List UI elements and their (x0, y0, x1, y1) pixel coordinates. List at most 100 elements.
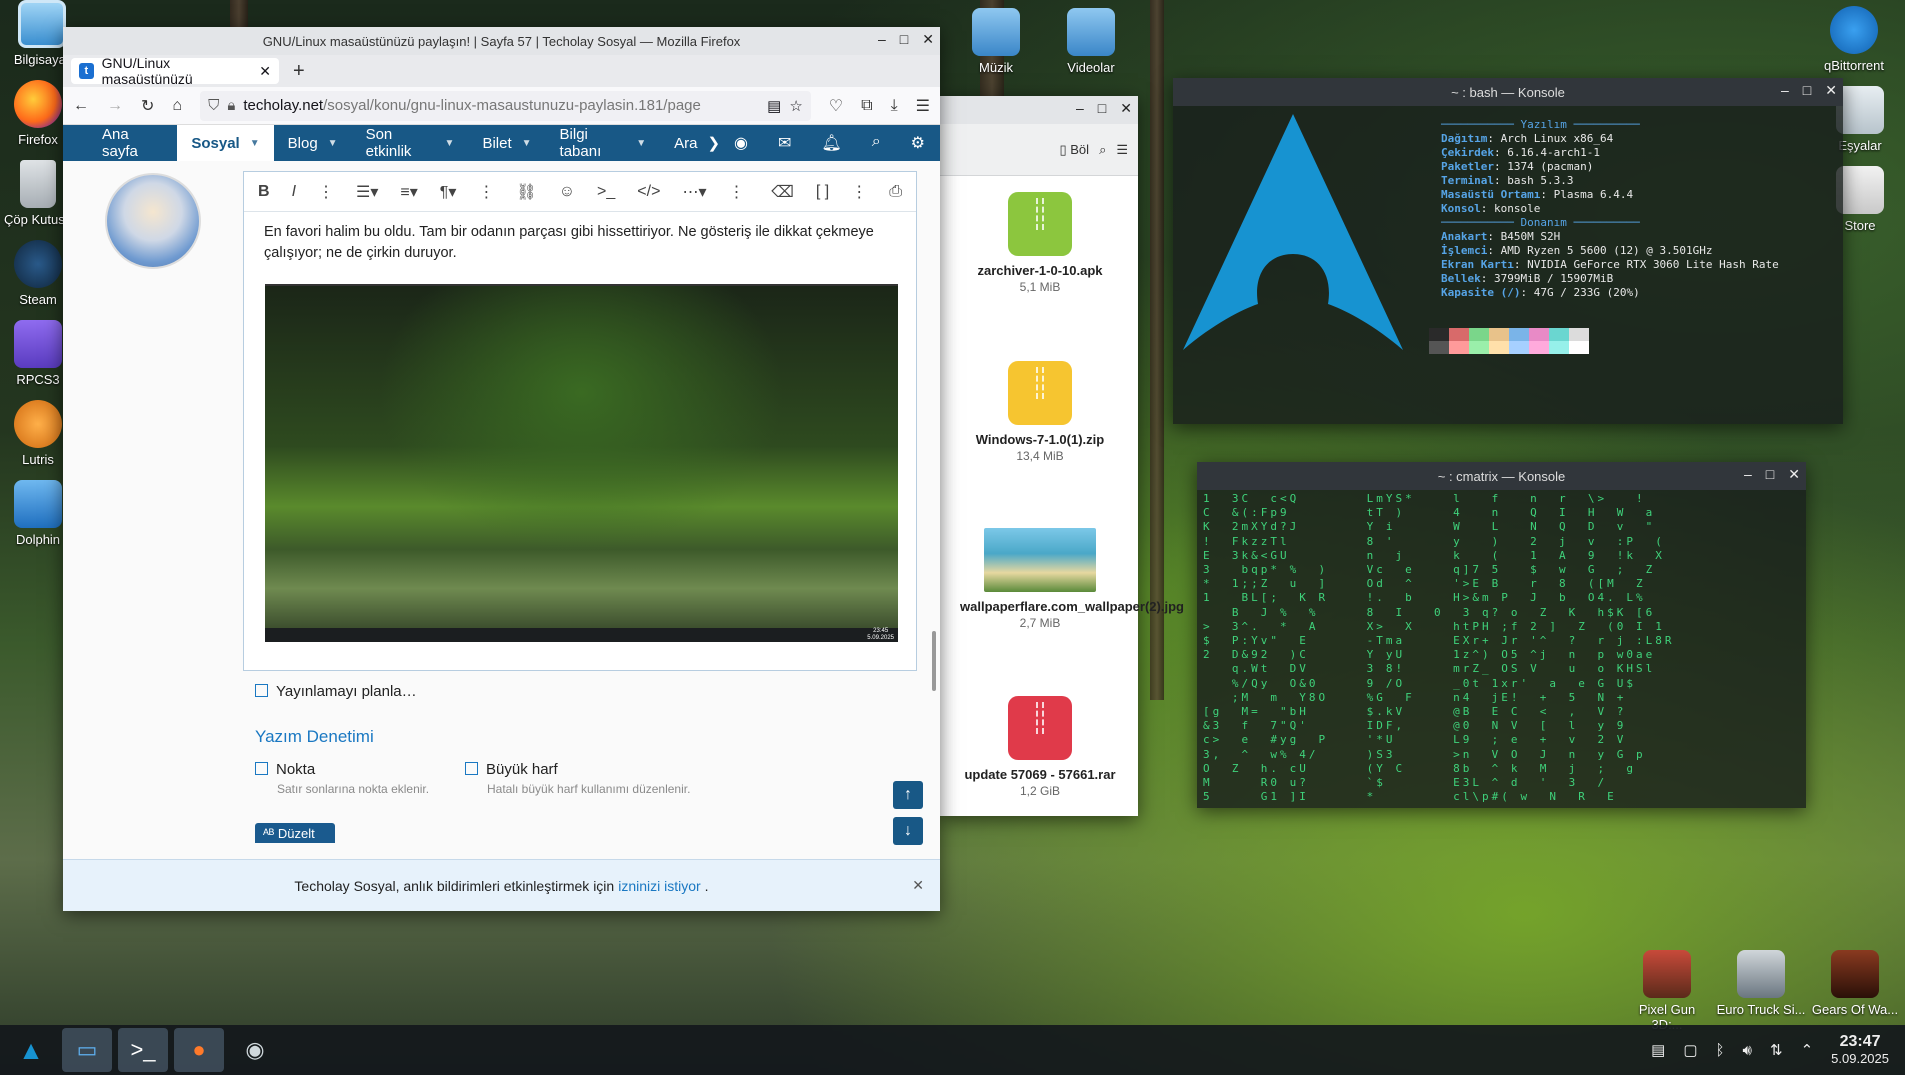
embedded-screenshot[interactable]: 23:45 5.09.2025 (265, 284, 898, 642)
checkbox-icon[interactable] (465, 762, 478, 775)
desktop-icon-qbittorrent[interactable]: qBittorrent (1812, 6, 1896, 73)
clock[interactable]: 23:47 5.09.2025 (1831, 1033, 1889, 1067)
desktop-icon-music[interactable]: Müzik (954, 8, 1038, 75)
more-vertical-icon[interactable]: ⋮ (728, 182, 744, 202)
maximize-icon[interactable]: □ (1098, 100, 1106, 117)
fix-button[interactable]: ᴬᴮ Düzelt (255, 823, 335, 843)
permission-link[interactable]: izninizi istiyor (618, 878, 700, 894)
close-tab-icon[interactable]: ✕ (259, 63, 271, 80)
konsole-titlebar[interactable]: ~ : bash — Konsole – □ ✕ (1173, 78, 1843, 106)
browser-tab[interactable]: t GNU/Linux masaüstünüzü ✕ (71, 55, 279, 87)
close-icon[interactable]: ✕ (922, 31, 934, 48)
nav-ara[interactable]: Ara ❯ (660, 125, 734, 161)
volume-icon[interactable]: 🔊︎ (1743, 1042, 1752, 1059)
dolphin-titlebar[interactable]: – □ ✕ (940, 96, 1138, 124)
chevron-down-icon[interactable]: ▼ (328, 138, 338, 149)
expand-tray-icon[interactable]: ⌃ (1801, 1041, 1814, 1059)
option-dot[interactable]: Nokta Satır sonlarına nokta eklenir. (255, 761, 429, 796)
user-avatar-icon[interactable]: ◉ (734, 133, 748, 153)
firefox-window[interactable]: GNU/Linux masaüstünüzü paylaşın! | Sayfa… (63, 27, 940, 911)
inline-code-icon[interactable]: </> (637, 183, 660, 201)
more-insert-icon[interactable]: ⋯▾ (682, 182, 706, 202)
maximize-icon[interactable]: □ (900, 31, 908, 48)
konsole-taskbar-icon[interactable]: >_ (118, 1028, 168, 1072)
forward-icon[interactable]: → (107, 97, 123, 115)
inbox-icon[interactable]: ✉ (778, 133, 791, 153)
file-item[interactable]: zarchiver-1-0-10.apk 5,1 MiB (960, 192, 1120, 294)
chevron-down-icon[interactable]: ▼ (522, 138, 532, 149)
firefox-titlebar[interactable]: GNU/Linux masaüstünüzü paylaşın! | Sayfa… (63, 27, 940, 55)
reader-view-icon[interactable]: ▤ (767, 97, 781, 115)
download-icon[interactable]: ⤓ (891, 97, 898, 115)
checkbox-icon[interactable] (255, 762, 268, 775)
nav-bilgi-tabani[interactable]: Bilgi tabanı ▼ (546, 125, 661, 161)
minimize-icon[interactable]: – (1781, 82, 1789, 99)
close-icon[interactable]: ✕ (912, 877, 924, 894)
konsole-titlebar[interactable]: ~ : cmatrix — Konsole – □ ✕ (1197, 462, 1806, 490)
desktop-icon-euro-truck[interactable]: Euro Truck Si... (1716, 950, 1806, 1017)
code-block-icon[interactable]: >_ (597, 183, 615, 201)
desktop-icon-pixel-gun[interactable]: Pixel Gun 3D:... (1622, 950, 1712, 1032)
back-icon[interactable]: ← (73, 97, 89, 115)
close-icon[interactable]: ✕ (1825, 82, 1837, 99)
file-item[interactable]: wallpaperflare.com_wallpaper(2).jpg 2,7 … (960, 528, 1184, 630)
search-icon[interactable]: ⌕ (872, 133, 881, 153)
scroll-up-button[interactable]: ↑ (893, 781, 923, 809)
nav-blog[interactable]: Blog ▼ (274, 125, 352, 161)
more-vertical-icon[interactable]: ⋮ (318, 182, 334, 202)
search-icon[interactable]: ⌕ (1099, 142, 1106, 158)
emoji-icon[interactable]: ☺ (559, 183, 575, 201)
nav-bilet[interactable]: Bilet ▼ (468, 125, 545, 161)
app-launcher-icon[interactable]: ▲ (6, 1028, 56, 1072)
file-item[interactable]: update 57069 - 57661.rar 1,2 GiB (960, 696, 1120, 798)
reload-icon[interactable]: ↻ (141, 96, 154, 116)
chevron-right-icon[interactable]: ❯ (707, 134, 720, 152)
user-avatar[interactable] (105, 173, 201, 269)
close-icon[interactable]: ✕ (1788, 466, 1800, 483)
bbcode-icon[interactable]: [ ] (816, 183, 829, 201)
desktop-icon-gears-of-war[interactable]: Gears Of Wa... (1810, 950, 1900, 1017)
network-icon[interactable]: ⇅ (1770, 1041, 1783, 1059)
more-vertical-icon[interactable]: ⋮ (478, 182, 494, 202)
minimize-icon[interactable]: – (1076, 100, 1084, 117)
split-button[interactable]: ▯ Böl (1060, 142, 1090, 158)
checkbox-icon[interactable] (255, 684, 268, 697)
preview-icon[interactable]: ⎙ (889, 183, 902, 201)
dolphin-window[interactable]: – □ ✕ ▯ Böl ⌕ ☰ zarchiver-1-0-10.apk 5,1… (940, 96, 1184, 816)
extensions-icon[interactable]: ⧉ (861, 97, 872, 115)
minimize-icon[interactable]: – (1744, 466, 1752, 483)
pocket-icon[interactable]: ♡ (829, 96, 843, 116)
desktop-icon-videos[interactable]: Videolar (1049, 8, 1133, 75)
kde-connect-icon[interactable]: ▢ (1683, 1041, 1697, 1059)
italic-icon[interactable]: I (292, 183, 296, 201)
list-icon[interactable]: ☰▾ (356, 182, 378, 202)
minimize-icon[interactable]: – (878, 31, 886, 48)
nav-son-etkinlik[interactable]: Son etkinlik ▼ (352, 125, 469, 161)
maximize-icon[interactable]: □ (1803, 82, 1811, 99)
home-icon[interactable]: ⌂ (172, 97, 182, 115)
lock-icon[interactable]: 🔒︎ (227, 97, 235, 114)
dolphin-taskbar-icon[interactable]: ▭ (62, 1028, 112, 1072)
app-menu-icon[interactable]: ☰ (916, 96, 930, 116)
file-item[interactable]: Windows-7-1.0(1).zip 13,4 MiB (960, 361, 1120, 463)
chevron-down-icon[interactable]: ▼ (445, 138, 455, 149)
gear-icon[interactable]: ⚙ (911, 133, 925, 153)
schedule-checkbox[interactable]: Yayınlamayı planla… (255, 683, 417, 700)
nav-sosyal[interactable]: Sosyal ▼ (177, 125, 274, 161)
align-icon[interactable]: ≡▾ (400, 182, 417, 202)
link-icon[interactable]: ⛓ (516, 182, 536, 202)
chevron-down-icon[interactable]: ▼ (636, 138, 646, 149)
more-vertical-icon[interactable]: ⋮ (851, 182, 867, 202)
webcam-taskbar-icon[interactable]: ◉ (230, 1028, 280, 1072)
konsole-cmatrix-window[interactable]: ~ : cmatrix — Konsole – □ ✕ 1 3C c<Q LmY… (1197, 462, 1806, 808)
firefox-taskbar-icon[interactable]: ● (174, 1028, 224, 1072)
hamburger-menu-icon[interactable]: ☰ (1116, 142, 1128, 158)
bluetooth-icon[interactable]: ᛒ (1716, 1042, 1725, 1059)
option-capital[interactable]: Büyük harf Hatalı büyük harf kullanımı d… (465, 761, 690, 796)
scrollbar[interactable] (932, 631, 936, 691)
post-editor[interactable]: B I ⋮ ☰▾ ≡▾ ¶▾ ⋮ ⛓ ☺ >_ </> ⋯▾ ⋮ ⌫ [ ] ⋮… (243, 171, 917, 671)
maximize-icon[interactable]: □ (1766, 466, 1774, 483)
nav-ana-sayfa[interactable]: Ana sayfa (88, 125, 177, 161)
bookmark-star-icon[interactable]: ☆ (789, 97, 802, 115)
paragraph-icon[interactable]: ¶▾ (440, 182, 457, 202)
